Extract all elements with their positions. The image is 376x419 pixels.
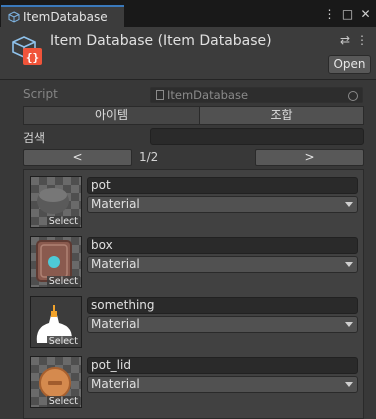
search-input[interactable] bbox=[150, 128, 364, 145]
dropdown-arrow-icon bbox=[345, 202, 353, 207]
tab-title: ItemDatabase bbox=[23, 10, 108, 24]
item-type-dropdown[interactable]: Material bbox=[87, 256, 358, 273]
tab-items[interactable]: 아이템 bbox=[23, 106, 200, 125]
dropdown-arrow-icon bbox=[345, 322, 353, 327]
select-button[interactable]: Select bbox=[46, 336, 80, 347]
list-item: Select something Material bbox=[30, 296, 360, 354]
item-type-value: Material bbox=[91, 317, 140, 331]
item-name-field[interactable]: box bbox=[87, 237, 358, 254]
close-icon[interactable]: ✕ bbox=[359, 7, 372, 21]
page-indicator: 1/2 bbox=[139, 150, 159, 164]
item-type-dropdown[interactable]: Material bbox=[87, 316, 358, 333]
item-thumbnail[interactable]: Select bbox=[30, 236, 82, 288]
item-thumbnail[interactable]: Select bbox=[30, 176, 82, 228]
select-button[interactable]: Select bbox=[46, 216, 80, 227]
script-value: ItemDatabase bbox=[167, 88, 249, 102]
list-item: Select pot_lid Material bbox=[30, 356, 360, 414]
tab-recipes[interactable]: 조합 bbox=[199, 106, 364, 125]
tab-bar: ItemDatabase ⋮ □ ✕ bbox=[0, 0, 376, 27]
more-options-icon[interactable]: ⋮ bbox=[323, 7, 336, 21]
item-name-field[interactable]: pot bbox=[87, 177, 358, 194]
inspector-title: Item Database (Item Database) bbox=[50, 33, 272, 49]
list-item: Select pot Material bbox=[30, 176, 360, 234]
dropdown-arrow-icon bbox=[345, 382, 353, 387]
next-page-button[interactable]: > bbox=[255, 149, 364, 166]
more-options-icon[interactable]: ⋮ bbox=[356, 33, 368, 47]
tab-item-database[interactable]: ItemDatabase bbox=[1, 5, 124, 27]
scriptable-object-icon bbox=[8, 11, 20, 23]
item-thumbnail[interactable]: Select bbox=[30, 356, 82, 408]
maximize-icon[interactable]: □ bbox=[341, 7, 354, 21]
item-name-field[interactable]: something bbox=[87, 297, 358, 314]
list-item: Select box Material bbox=[30, 236, 360, 294]
item-type-dropdown[interactable]: Material bbox=[87, 196, 358, 213]
inspector-header: {} Item Database (Item Database) ⇄ ⋮ Ope… bbox=[0, 27, 376, 80]
search-label: 검색 bbox=[23, 131, 46, 145]
open-button[interactable]: Open bbox=[328, 55, 371, 74]
item-thumbnail[interactable]: Select bbox=[30, 296, 82, 348]
item-type-value: Material bbox=[91, 197, 140, 211]
prev-page-button[interactable]: < bbox=[23, 149, 132, 166]
svg-text:{}: {} bbox=[26, 51, 39, 64]
script-field[interactable]: ItemDatabase bbox=[150, 87, 363, 103]
object-picker-icon[interactable] bbox=[348, 91, 358, 101]
item-type-dropdown[interactable]: Material bbox=[87, 376, 358, 393]
script-label: Script bbox=[23, 87, 58, 101]
select-button[interactable]: Select bbox=[46, 396, 80, 407]
item-name-field[interactable]: pot_lid bbox=[87, 357, 358, 374]
select-button[interactable]: Select bbox=[46, 276, 80, 287]
item-type-value: Material bbox=[91, 377, 140, 391]
settings-sliders-icon[interactable]: ⇄ bbox=[340, 33, 350, 47]
dropdown-arrow-icon bbox=[345, 262, 353, 267]
item-list: Select pot Material Select box Material bbox=[23, 169, 364, 419]
item-type-value: Material bbox=[91, 257, 140, 271]
script-file-icon bbox=[156, 90, 164, 100]
scriptable-object-icon: {} bbox=[12, 36, 42, 65]
